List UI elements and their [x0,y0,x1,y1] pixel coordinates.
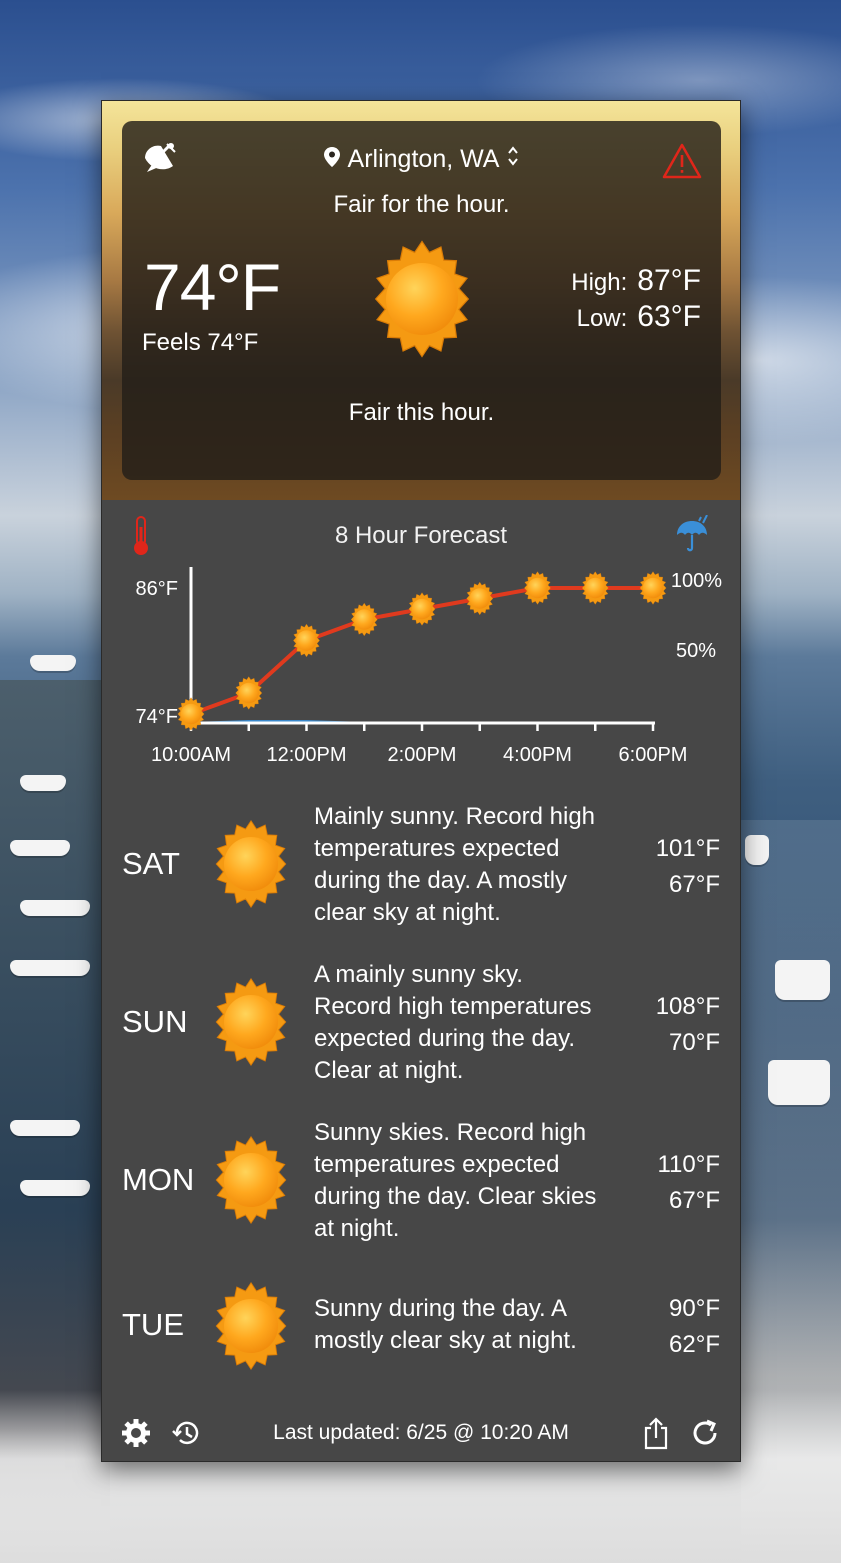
day-high: 90°F [669,1295,720,1322]
hour-summary-bottom: Fair this hour. [348,399,495,426]
background-boat [20,900,90,916]
sun-icon [293,624,320,657]
sun-icon [206,1281,296,1376]
day-low: 67°F [669,1187,720,1214]
background-boat [768,1060,830,1105]
background-boat [10,960,90,976]
low-value: 63°F [637,300,701,333]
background-boat [30,655,76,671]
sun-icon [466,582,494,615]
day-high: 110°F [657,1151,720,1178]
location-selector[interactable]: Arlington, WA [122,145,721,174]
description-line: at night. [314,1215,400,1242]
day-name: SAT [122,846,180,881]
sun-icon [177,697,205,731]
description-line: Clear at night. [314,1057,464,1084]
day-low: 70°F [669,1029,720,1056]
location-name: Arlington, WA [347,145,500,173]
description-line: clear sky at night. [314,899,501,926]
umbrella-rain-icon[interactable] [674,515,710,555]
description-line: temperatures expected [314,835,560,862]
background-boat [10,840,70,856]
description-line: Mainly sunny. Record high [314,803,596,830]
sun-icon [408,592,436,626]
high-label: High: [571,269,628,296]
day-high: 101°F [655,835,720,862]
description-line: Sunny skies. Record high [314,1119,587,1146]
day-name: TUE [122,1307,184,1342]
warning-triangle-icon[interactable] [660,141,704,181]
sun-icon [235,676,263,710]
background-boat [20,1180,90,1196]
sun-icon [206,977,296,1072]
description-line: during the day. A mostly [314,867,568,894]
sun-icon [206,1135,296,1230]
day-high: 108°F [655,993,720,1020]
weather-widget: Arlington, WA Fair for the hour. 74°F Fe… [101,100,741,1462]
day-description: Sunny skies. Record high temperatures exp… [314,1117,644,1245]
feels-like: Feels 74°F [142,329,259,356]
footer-bar: Last updated: 6/25 @ 10:20 AM [102,1411,740,1455]
refresh-icon[interactable] [688,1416,722,1450]
day-name: MON [122,1162,195,1197]
day-description: Mainly sunny. Record high temperatures ex… [314,801,644,929]
hourly-forecast-chart: 86°F 74°F 100% 50% 10:00AM 12:00PM 2:00PM 4:00P… [136,567,722,766]
description-line: A mainly sunny sky. [314,961,523,988]
x-tick-label: 10:00AM [151,744,231,766]
sun-icon [206,819,296,914]
description-line: expected during the day. [314,1025,576,1052]
day-name: SUN [122,1004,188,1039]
sun-icon [639,571,667,605]
background-boat [10,1120,80,1136]
current-temperature: 74°F [144,250,281,324]
sun-icon [350,603,378,636]
high-low: High: 87°F Low: 63°F [571,264,701,336]
x-tick-label: 4:00PM [503,744,572,766]
hero-background: Arlington, WA Fair for the hour. 74°F Fe… [102,101,740,500]
background-boat [775,960,830,1000]
y-label-high: 86°F [136,578,178,600]
current-conditions-card: Arlington, WA Fair for the hour. 74°F Fe… [122,121,721,480]
background-boat [745,835,769,865]
y-label-right-50: 50% [676,640,716,662]
day-description: A mainly sunny sky. Record high temperatu… [314,959,644,1087]
share-icon[interactable] [640,1415,672,1451]
x-tick-label: 6:00PM [619,744,688,766]
background-boat [20,775,66,791]
y-label-low: 74°F [136,706,178,728]
sun-icon [524,571,551,605]
description-line: temperatures expected [314,1151,560,1178]
description-line: during the day. Clear skies [314,1183,597,1210]
location-pin-icon [323,145,340,174]
description-line: Record high temperatures [314,993,592,1020]
x-tick-label: 2:00PM [388,744,457,766]
up-down-chevron-icon [507,145,519,174]
sun-icon [581,571,609,605]
forecast-title: 8 Hour Forecast [334,522,508,549]
low-label: Low: [576,305,628,332]
y-label-right-100: 100% [671,570,722,592]
description-line: mostly clear sky at night. [314,1327,577,1354]
high-value: 87°F [637,264,701,297]
sun-icon [362,239,482,364]
hour-summary: Fair for the hour. [333,191,510,218]
description-line: Sunny during the day. A [314,1295,568,1322]
x-tick-label: 12:00PM [266,744,346,766]
day-description: Sunny during the day. A mostly clear sky … [314,1293,644,1357]
day-low: 67°F [669,871,720,898]
day-low: 62°F [669,1331,720,1358]
